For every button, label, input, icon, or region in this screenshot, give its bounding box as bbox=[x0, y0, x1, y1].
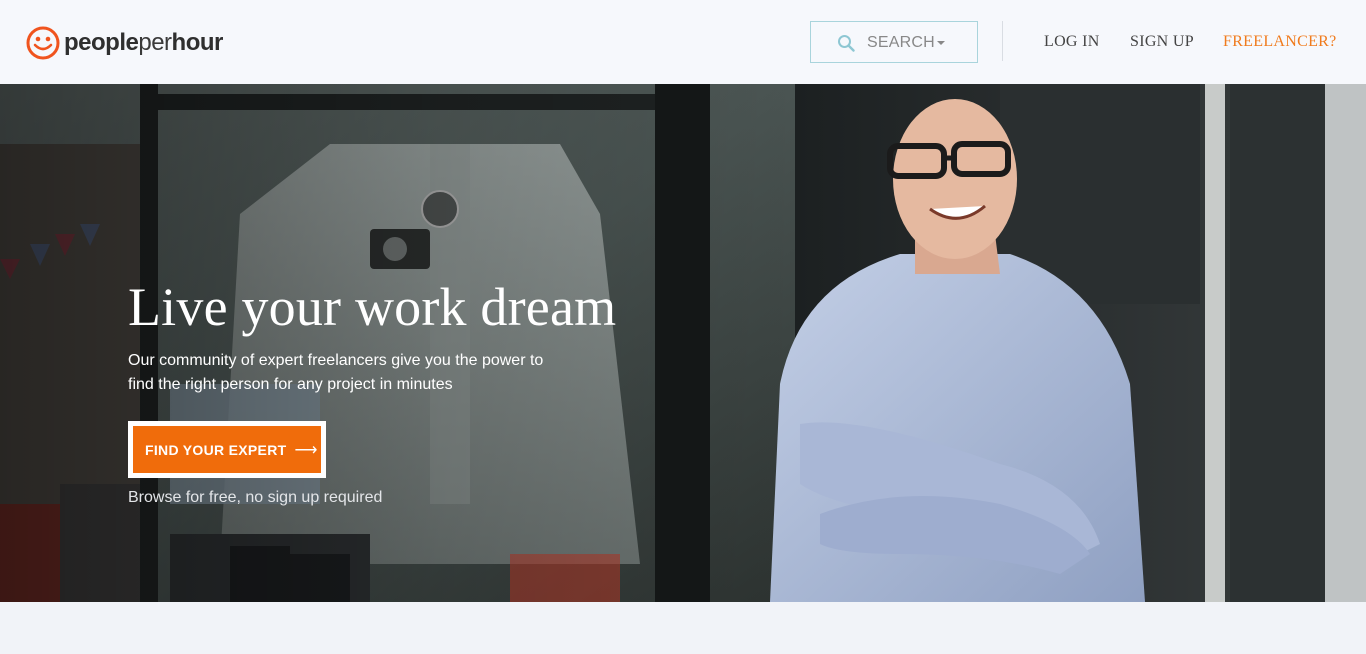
signup-link[interactable]: SIGN UP bbox=[1130, 33, 1194, 51]
chevron-down-icon bbox=[937, 41, 945, 45]
find-expert-label: FIND YOUR EXPERT bbox=[145, 441, 287, 458]
page-content-area bbox=[0, 602, 1366, 654]
logo[interactable]: peopleperhour bbox=[26, 26, 223, 60]
smiley-face-icon bbox=[26, 26, 60, 60]
freelancer-link[interactable]: FREELANCER? bbox=[1223, 33, 1337, 51]
search-dropdown[interactable]: SEARCH bbox=[810, 21, 978, 63]
hero-note: Browse for free, no sign up required bbox=[128, 489, 383, 506]
login-link[interactable]: LOG IN bbox=[1044, 33, 1100, 51]
hero-subtitle: Our community of expert freelancers give… bbox=[128, 352, 544, 393]
search-label: SEARCH bbox=[867, 34, 935, 51]
arrow-right-icon: ⟶ bbox=[294, 441, 318, 459]
find-expert-button[interactable]: FIND YOUR EXPERT ⟶ bbox=[128, 421, 326, 478]
site-header: peopleperhour SEARCH LOG IN SIGN UP FREE… bbox=[0, 0, 1366, 84]
hero-background-photo bbox=[0, 84, 1366, 602]
logo-wordmark: peopleperhour bbox=[64, 29, 223, 56]
search-icon bbox=[838, 35, 855, 52]
hero-banner: Live your work dream Our community of ex… bbox=[0, 84, 1366, 602]
header-divider bbox=[1002, 21, 1003, 61]
hero-title: Live your work dream bbox=[128, 277, 617, 337]
